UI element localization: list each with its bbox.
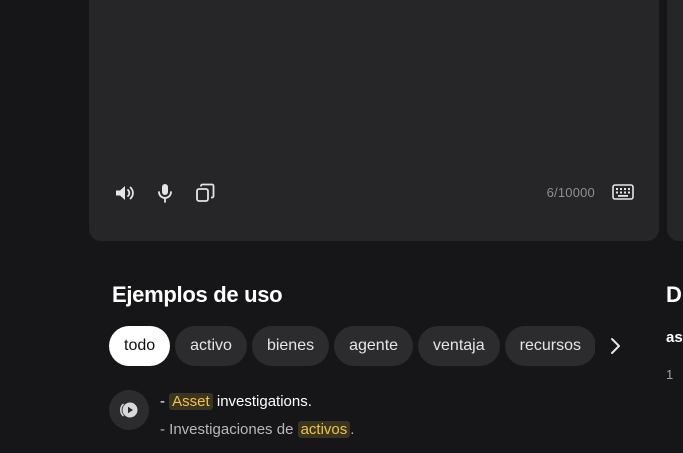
speaker-icon[interactable] <box>113 181 137 205</box>
example-source-sentence: - Asset investigations. <box>160 393 312 410</box>
chip-todo[interactable]: todo <box>109 326 171 366</box>
chevron-right-icon[interactable] <box>602 333 628 359</box>
side-section-title: D <box>666 282 682 307</box>
character-count: 6/10000 <box>546 185 595 200</box>
chip-recursos[interactable]: recursos <box>504 326 595 366</box>
side-section-number: 1 <box>666 367 674 382</box>
chip-agente[interactable]: agente <box>334 326 414 366</box>
microphone-icon[interactable] <box>153 181 177 205</box>
chip-activo[interactable]: activo <box>175 326 247 366</box>
highlighted-term: Asset <box>169 393 213 410</box>
usage-examples-title: Ejemplos de uso <box>112 282 283 307</box>
side-section-subtitle: as <box>666 329 683 346</box>
output-card-partial <box>667 0 683 241</box>
page-root: 6/10000 Ejemplos de uso todo activo bien… <box>0 0 683 453</box>
play-audio-icon[interactable] <box>109 390 149 430</box>
translation-input-card[interactable]: 6/10000 <box>89 0 659 241</box>
highlighted-term: activos <box>297 421 351 438</box>
chip-bienes[interactable]: bienes <box>251 326 330 366</box>
keyboard-icon[interactable] <box>612 183 634 201</box>
example-target-sentence: - Investigaciones de activos. <box>160 421 355 438</box>
copy-icon[interactable] <box>193 181 217 205</box>
chip-ventaja[interactable]: ventaja <box>418 326 500 366</box>
filter-chips: todo activo bienes agente ventaja recurs… <box>109 326 595 366</box>
